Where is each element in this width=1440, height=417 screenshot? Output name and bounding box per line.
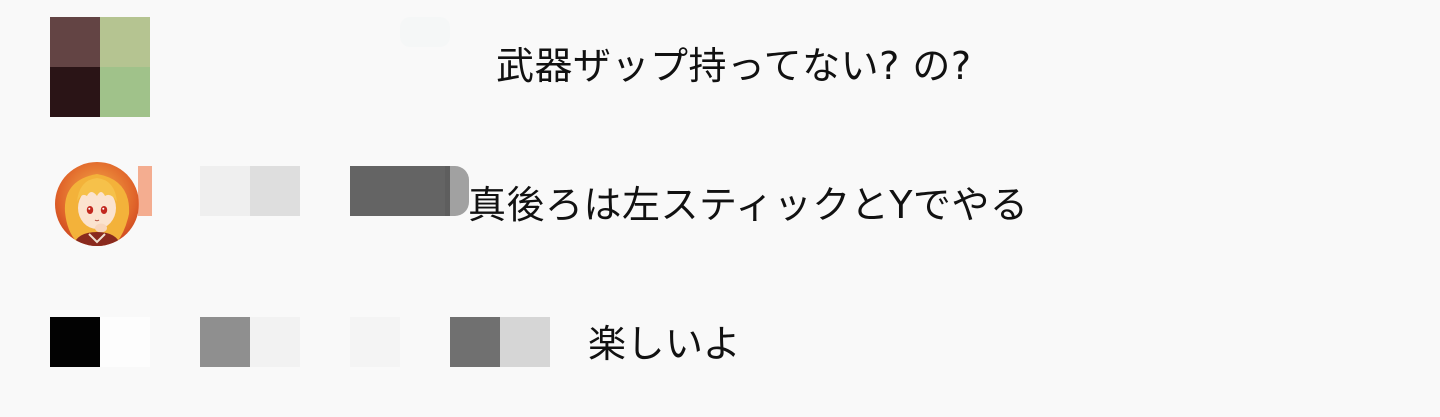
- avatar-tile: [100, 17, 150, 67]
- avatar-tile: [100, 67, 150, 117]
- redaction-block: [250, 317, 300, 367]
- redaction-block: [350, 317, 400, 367]
- avatar[interactable]: [50, 317, 150, 367]
- avatar-tile: [50, 17, 100, 67]
- avatar[interactable]: [50, 17, 150, 117]
- redaction-block: [445, 166, 469, 216]
- redaction-block: [250, 166, 300, 216]
- avatar[interactable]: [55, 162, 139, 246]
- message-text: 楽しいよ: [588, 322, 742, 366]
- chat-message[interactable]: 楽しいよ: [0, 293, 1440, 393]
- redaction-block: [200, 317, 250, 367]
- redaction-block: [138, 166, 152, 216]
- redaction-block: [500, 317, 550, 367]
- avatar-tile: [50, 317, 100, 367]
- redaction-block: [400, 17, 450, 47]
- redaction-block: [200, 166, 250, 216]
- redaction-block: [400, 166, 450, 216]
- chat-message[interactable]: 真後ろは左スティックとYでやる: [0, 156, 1440, 256]
- redaction-block: [350, 166, 400, 216]
- chat-message[interactable]: 武器ザップ持ってない? の?: [0, 17, 1440, 117]
- avatar-tile: [50, 67, 100, 117]
- avatar-tile: [100, 317, 150, 367]
- chat-log: 武器ザップ持ってない? の? 真後ろは左スティックとYでやる 楽しいよ: [0, 0, 1440, 417]
- message-text: 真後ろは左スティックとYでやる: [468, 183, 1029, 227]
- redaction-block: [450, 317, 500, 367]
- anime-girl-avatar-icon: [55, 162, 139, 246]
- message-text: 武器ザップ持ってない? の?: [496, 44, 972, 88]
